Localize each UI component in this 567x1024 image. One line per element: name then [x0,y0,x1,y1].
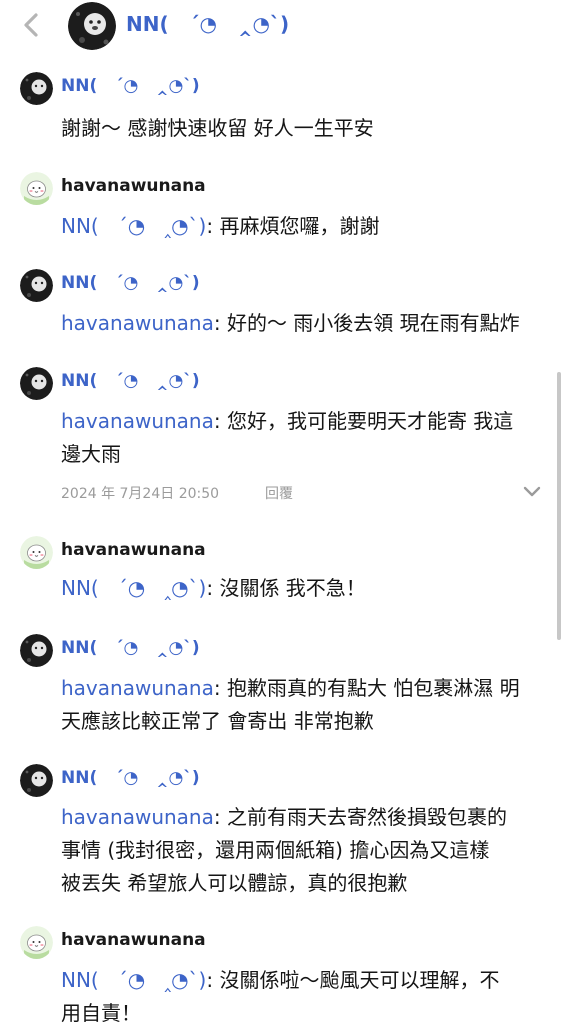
chevron-down-icon[interactable] [522,485,542,499]
user-avatar[interactable] [20,72,53,105]
username[interactable]: havanawunana [61,176,206,196]
message-body: : 好的～ 雨小後去領 現在雨有點炸 [213,311,520,335]
mention-link[interactable]: NN( ´◔ ‸◔`) [61,214,206,238]
user-avatar[interactable] [20,269,53,302]
message-body: 謝謝～ 感謝快速收留 好人一生平安 [61,116,374,140]
message-text: 謝謝～ 感謝快速收留 好人一生平安 [61,112,545,145]
username[interactable]: NN( ´◔ ‸◔`) [61,768,200,788]
user-avatar[interactable] [20,764,53,797]
user-avatar[interactable] [20,367,53,400]
message-item: havanawunana NN( ´◔ ‸◔`): 再麻煩您囉，謝謝 [0,172,567,252]
message-text: NN( ´◔ ‸◔`): 再麻煩您囉，謝謝 [61,210,545,243]
header-avatar[interactable] [68,2,116,50]
username[interactable]: NN( ´◔ ‸◔`) [61,638,200,658]
mention-link[interactable]: havanawunana [61,311,214,335]
mention-link[interactable]: havanawunana [61,409,214,433]
mention-link[interactable]: havanawunana [61,676,214,700]
username[interactable]: NN( ´◔ ‸◔`) [61,76,200,96]
back-button[interactable] [14,8,48,42]
message-text: NN( ´◔ ‸◔`): 沒關係啦～颱風天可以理解，不 用自責！ [61,964,545,1024]
message-item: havanawunana NN( ´◔ ‸◔`): 沒關係 我不急！ [0,536,567,616]
message-text: havanawunana: 抱歉雨真的有點大 怕包裹淋濕 明 天應該比較正常了 … [61,672,545,738]
header-bar: NN( ´◔ ‸◔`) [0,0,567,56]
conversation-title[interactable]: NN( ´◔ ‸◔`) [126,12,289,36]
user-avatar[interactable] [20,172,53,205]
username[interactable]: havanawunana [61,540,206,560]
mention-link[interactable]: NN( ´◔ ‸◔`) [61,968,206,992]
mention-link[interactable]: havanawunana [61,805,214,829]
message-item: NN( ´◔ ‸◔`) havanawunana: 之前有雨天去寄然後損毀包裹的… [0,764,567,904]
message-item: havanawunana NN( ´◔ ‸◔`): 沒關係啦～颱風天可以理解，不… [0,926,567,1024]
message-body: : 沒關係 我不急！ [206,576,366,600]
chat-page: NN( ´◔ ‸◔`) NN( ´◔ ‸◔`) 謝謝～ 感謝快速收留 好人一生平… [0,0,567,1024]
user-avatar[interactable] [20,536,53,569]
message-timestamp: 2024 年 7月24日 20:50 [61,486,220,502]
scrollbar[interactable] [557,372,561,640]
message-text: havanawunana: 之前有雨天去寄然後損毀包裹的 事情 (我封很密，還用… [61,801,545,900]
message-text: havanawunana: 好的～ 雨小後去領 現在雨有點炸 [61,307,545,340]
username[interactable]: havanawunana [61,930,206,950]
username[interactable]: NN( ´◔ ‸◔`) [61,273,200,293]
message-item: NN( ´◔ ‸◔`) havanawunana: 抱歉雨真的有點大 怕包裹淋濕… [0,634,567,744]
username[interactable]: NN( ´◔ ‸◔`) [61,371,200,391]
message-body: : 再麻煩您囉，謝謝 [206,214,380,238]
mention-link[interactable]: NN( ´◔ ‸◔`) [61,576,206,600]
message-text: havanawunana: 您好，我可能要明天才能寄 我這 邊大雨 [61,405,545,471]
message-text: NN( ´◔ ‸◔`): 沒關係 我不急！ [61,572,545,605]
message-item: NN( ´◔ ‸◔`) havanawunana: 您好，我可能要明天才能寄 我… [0,367,567,517]
chevron-left-icon [24,13,38,37]
message-item: NN( ´◔ ‸◔`) 謝謝～ 感謝快速收留 好人一生平安 [0,72,567,152]
reply-button[interactable]: 回覆 [265,483,293,503]
user-avatar[interactable] [20,926,53,959]
message-item: NN( ´◔ ‸◔`) havanawunana: 好的～ 雨小後去領 現在雨有… [0,269,567,349]
user-avatar[interactable] [20,634,53,667]
